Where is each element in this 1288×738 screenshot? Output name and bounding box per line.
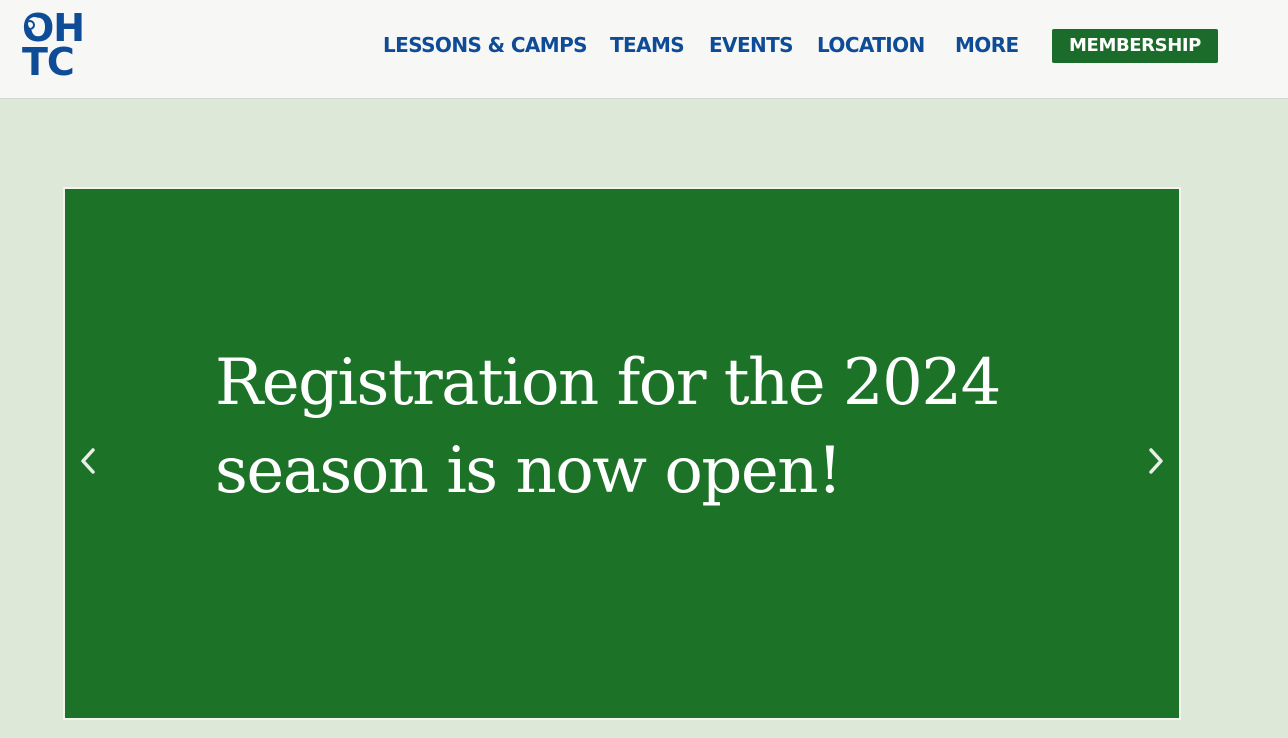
nav-item-lessons-camps[interactable]: LESSONS & CAMPS bbox=[383, 32, 588, 58]
nav-item-location[interactable]: LOCATION bbox=[817, 32, 925, 58]
membership-button[interactable]: MEMBERSHIP bbox=[1052, 29, 1218, 63]
slider-prev-button[interactable] bbox=[77, 443, 101, 479]
nav-item-events[interactable]: EVENTS bbox=[709, 32, 794, 58]
slide-headline-line-1: Registration for the 2024 bbox=[215, 346, 1001, 420]
slide-headline: Registration for the 2024 season is now … bbox=[215, 339, 1075, 515]
chevron-left-icon bbox=[81, 448, 95, 474]
nav-item-teams[interactable]: TEAMS bbox=[610, 32, 685, 58]
nav-item-more[interactable]: MORE bbox=[955, 32, 1019, 58]
slider-next-button[interactable] bbox=[1143, 443, 1167, 479]
site-header: OH TC LESSONS & CAMPS TEAMS EVENTS LOCAT… bbox=[0, 0, 1288, 99]
hero-slider: Registration for the 2024 season is now … bbox=[63, 187, 1181, 720]
chevron-right-icon bbox=[1149, 448, 1163, 474]
slide-headline-line-2: season is now open! bbox=[215, 434, 843, 508]
